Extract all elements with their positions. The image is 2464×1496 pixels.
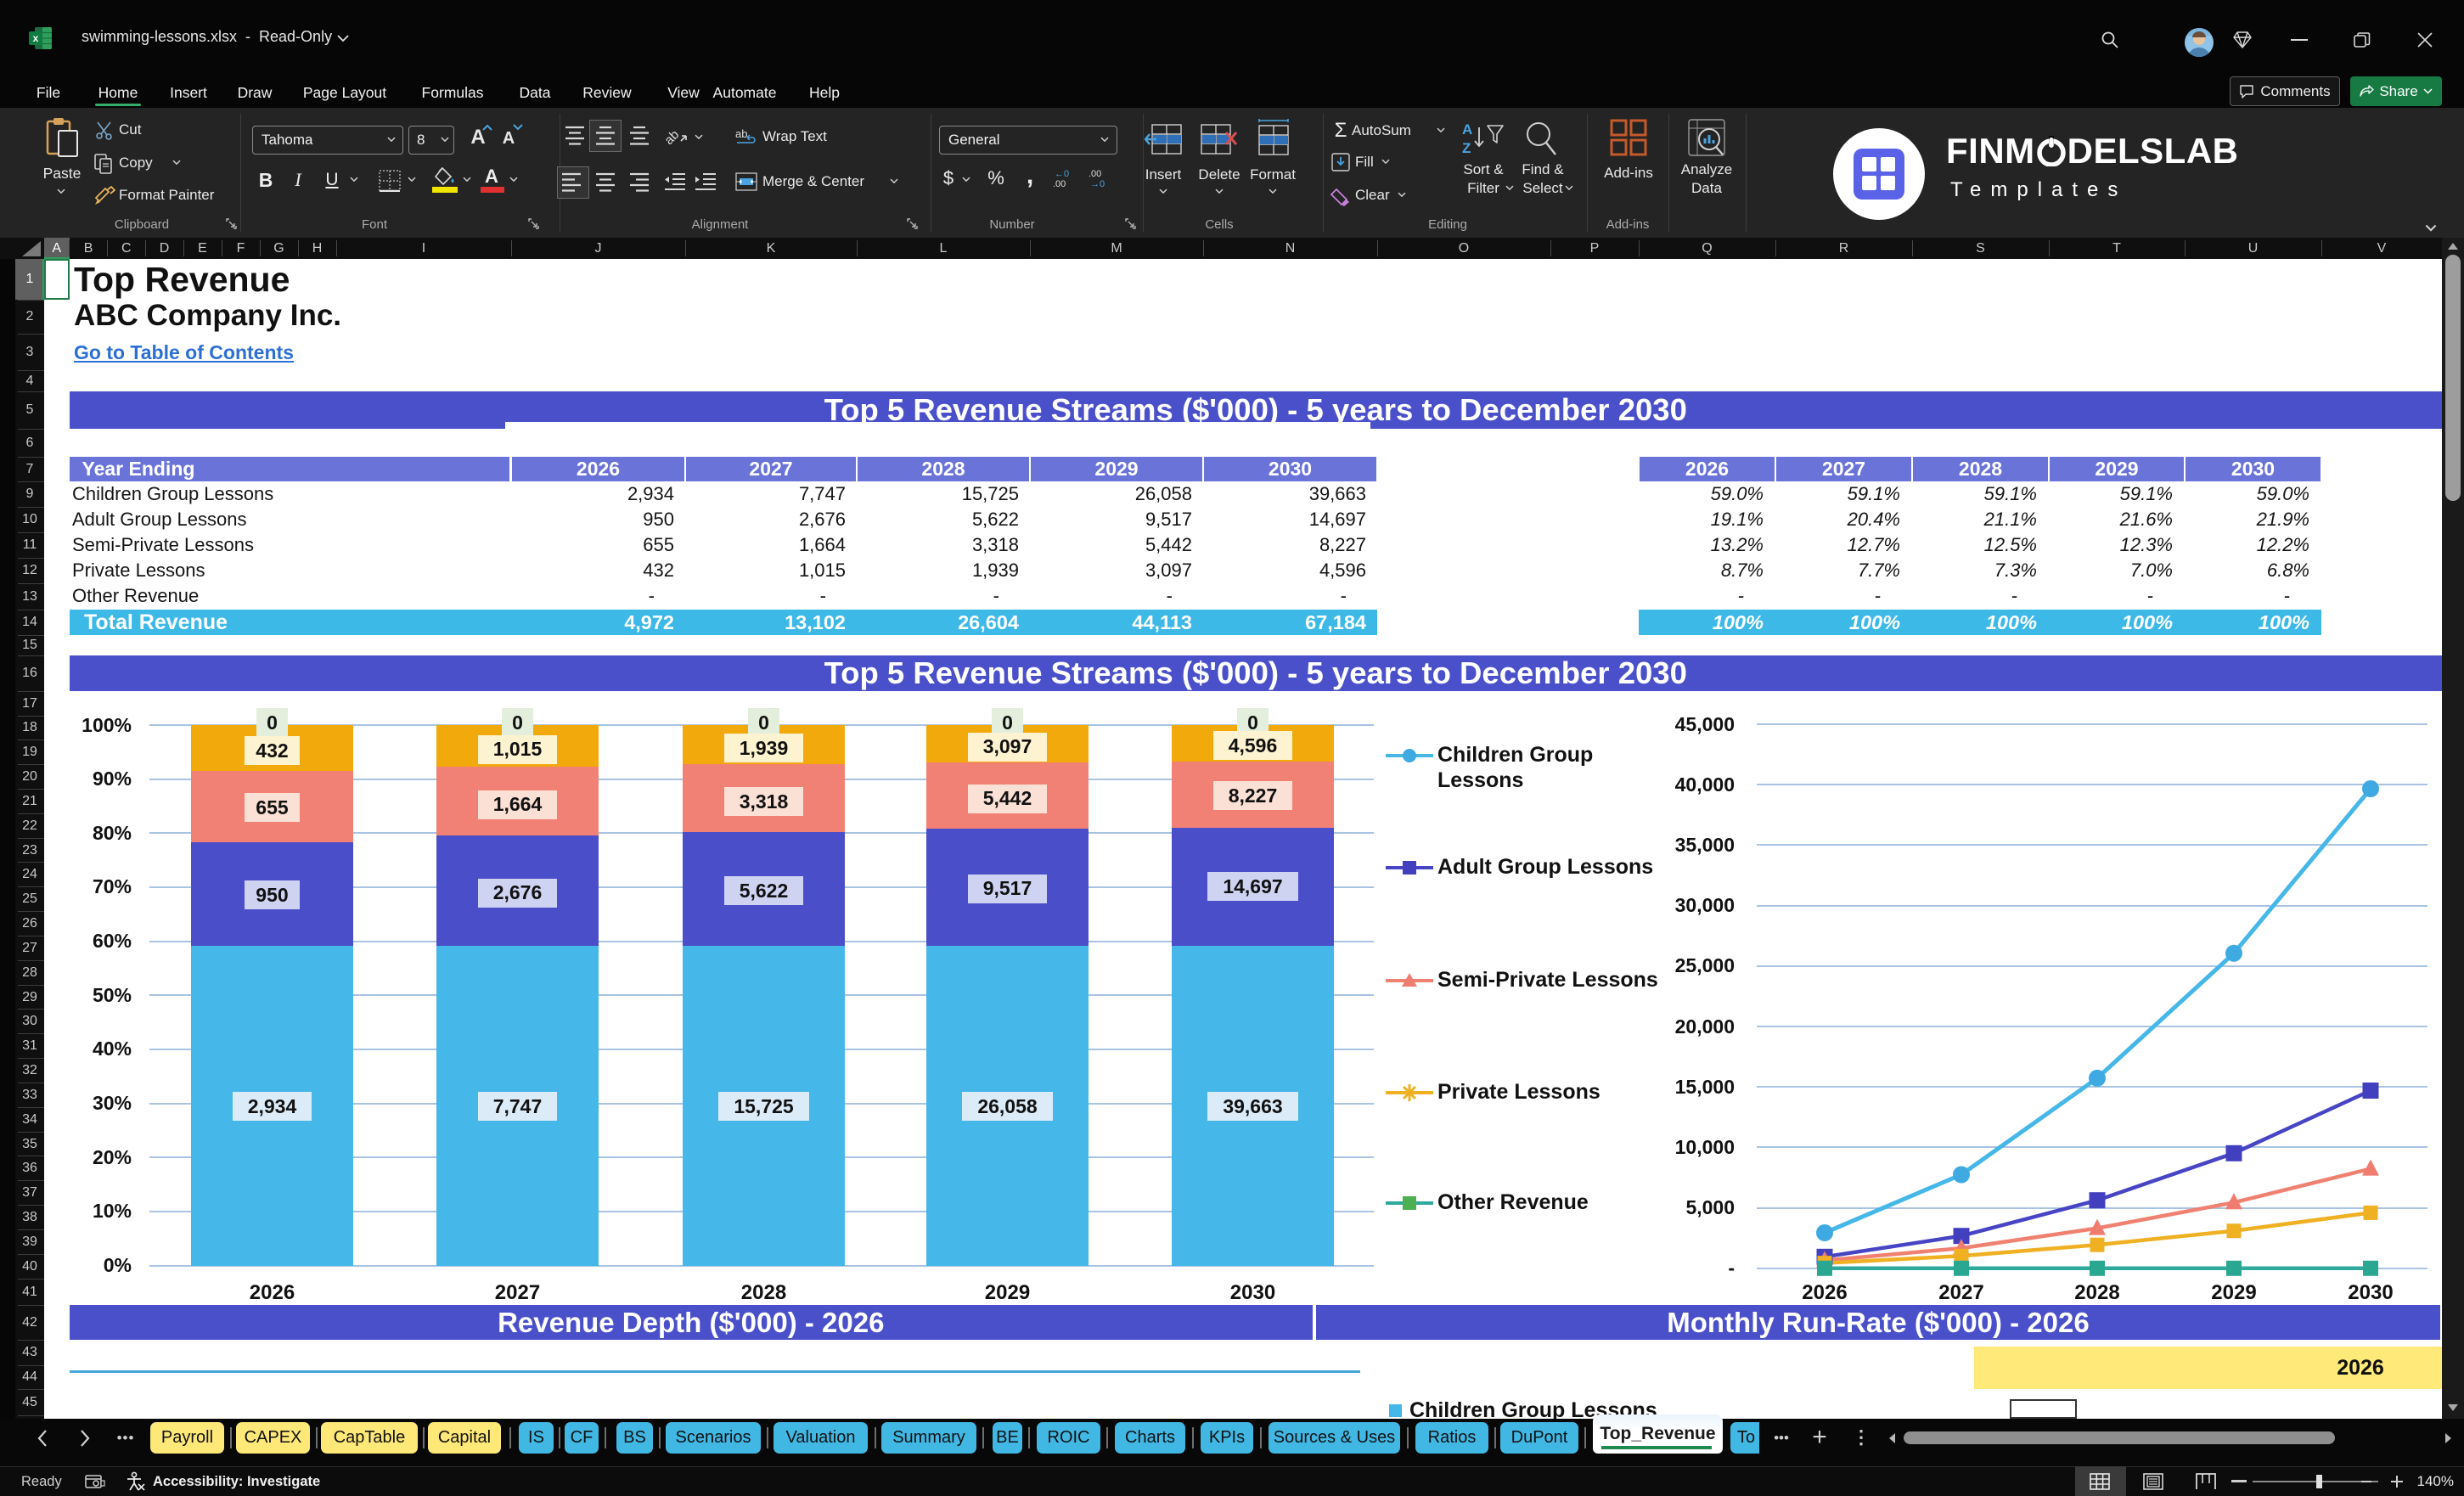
- svg-text:A: A: [1462, 121, 1472, 138]
- svg-text:.00: .00: [1089, 169, 1101, 179]
- svg-text:ab: ab: [664, 127, 682, 148]
- svg-text:→0: →0: [1090, 179, 1105, 189]
- svg-text:ab: ab: [735, 127, 747, 140]
- svg-text:.00: .00: [1053, 179, 1066, 189]
- svg-text:←0: ←0: [1055, 169, 1069, 179]
- svg-text:x: x: [33, 32, 39, 44]
- svg-text:Z: Z: [1462, 140, 1471, 156]
